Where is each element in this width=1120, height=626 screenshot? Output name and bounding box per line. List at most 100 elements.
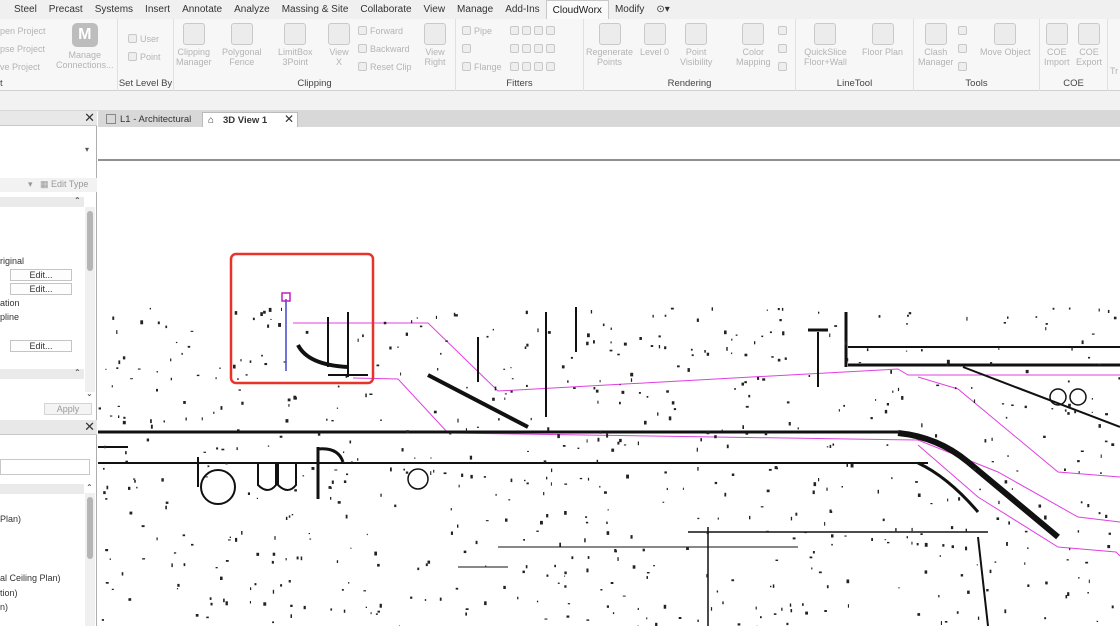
menu-tab-modify[interactable]: Modify <box>609 0 650 19</box>
tube-icon <box>546 26 555 35</box>
backward-button[interactable]: Backward <box>358 43 410 55</box>
tool-option-1[interactable] <box>958 25 970 37</box>
close-icon[interactable]: ✕ <box>84 419 95 435</box>
point-speck <box>986 589 989 592</box>
type-selector[interactable]: ▾ <box>0 127 97 182</box>
point-speck <box>465 428 467 432</box>
apply-button[interactable]: Apply <box>44 403 92 415</box>
move-object-button[interactable]: Move Object <box>980 23 1031 57</box>
menu-tab-massing-site[interactable]: Massing & Site <box>276 0 355 19</box>
browser-item[interactable]: tion) <box>0 588 18 598</box>
pipe-button[interactable]: Pipe <box>462 25 492 37</box>
coe-export-button[interactable]: COE Export <box>1076 23 1102 67</box>
properties-scrollbar[interactable] <box>85 207 95 392</box>
menu-tab-annotate[interactable]: Annotate <box>176 0 228 19</box>
flange-icon <box>462 62 471 71</box>
clash-manager-button[interactable]: Clash Manager <box>918 23 954 67</box>
menu-tab-analyze[interactable]: Analyze <box>228 0 276 19</box>
elbow-button[interactable] <box>510 25 558 37</box>
fitter-row-2[interactable] <box>510 43 558 55</box>
menu-tab-systems[interactable]: Systems <box>89 0 139 19</box>
menu-tab-insert[interactable]: Insert <box>139 0 176 19</box>
flange-button[interactable]: Flange <box>462 61 502 73</box>
browser-search-input[interactable] <box>0 459 90 475</box>
collapse-icon[interactable]: ⌃ <box>74 368 81 377</box>
edit-button[interactable]: Edit... <box>10 269 72 281</box>
point-speck <box>337 385 340 388</box>
close-tab-icon[interactable]: ✕ <box>284 112 294 127</box>
point-speck <box>652 314 654 318</box>
point-speck <box>165 325 168 329</box>
point-speck <box>773 613 777 615</box>
point-speck <box>250 587 252 591</box>
point-speck <box>965 546 968 551</box>
menu-tab-collaborate[interactable]: Collaborate <box>354 0 417 19</box>
save-project-button[interactable]: ve Project <box>0 61 40 73</box>
point-speck <box>609 349 613 352</box>
view-x-button[interactable]: View X <box>328 23 350 67</box>
color-mapping-button[interactable]: Color Mapping <box>736 23 771 67</box>
point-speck <box>915 481 918 483</box>
set-level-point-button[interactable]: Point <box>128 51 161 63</box>
menu-tab-add-ins[interactable]: Add-Ins <box>499 0 545 19</box>
limitbox-3point-button[interactable]: LimitBox 3Point <box>278 23 313 67</box>
set-level-user-button[interactable]: User <box>128 33 159 45</box>
browser-scrollbar[interactable] <box>85 493 95 626</box>
render-option-3[interactable] <box>778 61 790 73</box>
point-speck <box>223 598 225 603</box>
fitter-row-3[interactable] <box>510 61 558 73</box>
menu-tab-cloudworx[interactable]: CloudWorx <box>545 0 609 19</box>
scroll-up-icon[interactable]: ⌃ <box>86 483 93 492</box>
edit-type-button[interactable]: ▦ Edit Type <box>40 179 88 190</box>
polygonal-fence-button[interactable]: Polygonal Fence <box>222 23 262 67</box>
menu-tab-steel[interactable]: Steel <box>8 0 43 19</box>
truncated-button[interactable]: Tr <box>1110 65 1118 77</box>
point-speck <box>940 621 942 625</box>
point-speck <box>829 509 832 513</box>
browser-item[interactable]: n) <box>0 602 8 612</box>
menu-tab-manage[interactable]: Manage <box>451 0 499 19</box>
edit-button[interactable]: Edit... <box>10 340 72 352</box>
render-option-2[interactable] <box>778 43 790 55</box>
menu-tab-precast[interactable]: Precast <box>43 0 89 19</box>
coe-import-button[interactable]: COE Import <box>1044 23 1070 67</box>
point-speck <box>288 580 291 583</box>
render-option-1[interactable] <box>778 25 790 37</box>
browser-item[interactable]: al Ceiling Plan) <box>0 573 61 583</box>
quickslice-button[interactable]: QuickSlice Floor+Wall <box>804 23 847 67</box>
tool-option-3[interactable] <box>958 61 970 73</box>
point-speck <box>526 343 529 347</box>
regenerate-points-button[interactable]: Regenerate Points <box>586 23 633 67</box>
camera-dropdown-icon[interactable]: ⊙▾ <box>650 0 675 19</box>
view-right-button[interactable]: View Right <box>424 23 446 67</box>
forward-button[interactable]: Forward <box>358 25 403 37</box>
3d-view-canvas[interactable] <box>98 127 1120 626</box>
point-speck <box>697 619 699 622</box>
collapse-icon[interactable]: ⌃ <box>74 196 81 205</box>
menu-tab-view[interactable]: View <box>418 0 452 19</box>
level-0-button[interactable]: Level 0 <box>640 23 669 57</box>
tab-l1-architectural[interactable]: L1 - Architectural <box>100 112 200 127</box>
fitter-tool-button[interactable] <box>462 43 474 55</box>
point-speck <box>326 418 328 421</box>
tool-option-2[interactable] <box>958 43 970 55</box>
point-speck <box>133 478 136 480</box>
open-project-button[interactable]: pen Project <box>0 25 46 37</box>
edit-button[interactable]: Edit... <box>10 283 72 295</box>
point-speck <box>305 330 309 334</box>
point-visibility-button[interactable]: Point Visibility <box>680 23 712 67</box>
scroll-thumb[interactable] <box>87 211 93 271</box>
point-speck <box>122 420 126 425</box>
close-project-button[interactable]: pse Project <box>0 43 45 55</box>
point-speck <box>263 310 266 314</box>
point-speck <box>646 576 648 579</box>
scroll-thumb[interactable] <box>87 497 93 559</box>
floor-plan-button[interactable]: Floor Plan <box>862 23 903 57</box>
browser-item[interactable]: Plan) <box>0 514 21 524</box>
manage-connections-button[interactable]: M Manage Connections... <box>56 23 114 70</box>
tab-3d-view-1[interactable]: ⌂ 3D View 1 ✕ <box>202 112 298 127</box>
clipping-manager-button[interactable]: Clipping Manager <box>176 23 212 67</box>
reset-clip-button[interactable]: Reset Clip <box>358 61 412 73</box>
close-icon[interactable]: ✕ <box>84 110 95 126</box>
scroll-down-icon[interactable]: ⌄ <box>86 389 93 398</box>
